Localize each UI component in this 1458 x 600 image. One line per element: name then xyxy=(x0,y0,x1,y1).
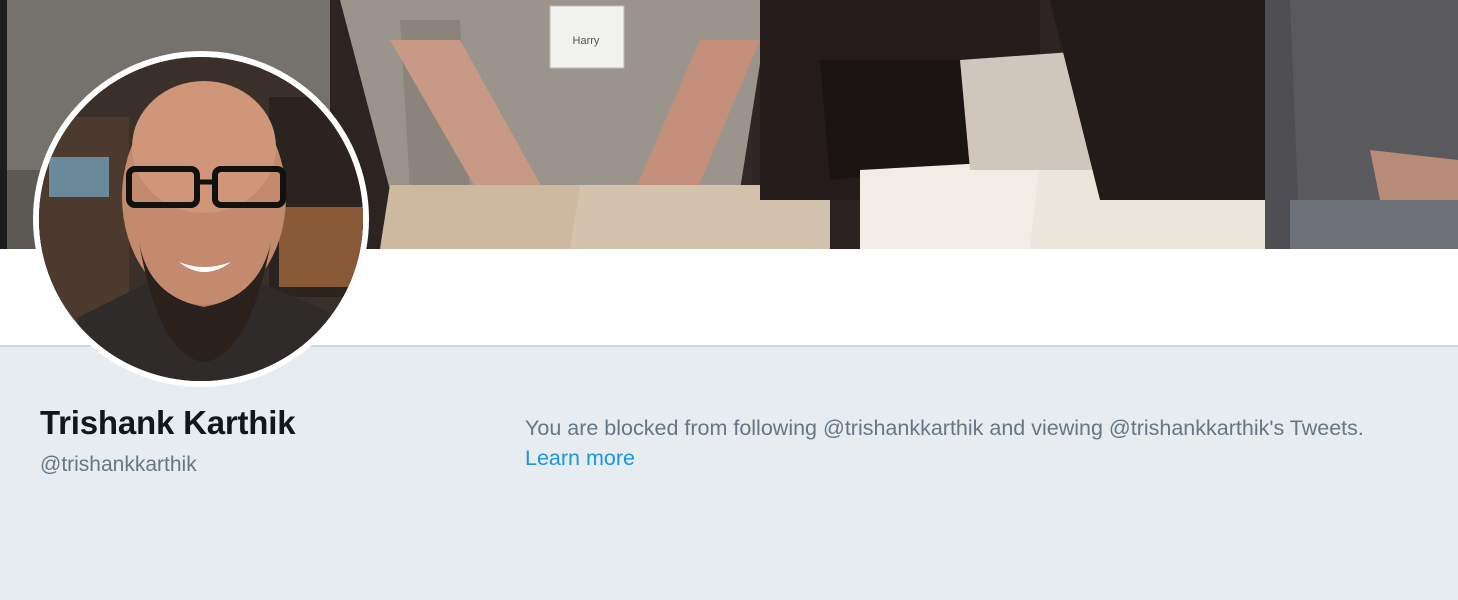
name-tag-text: Harry xyxy=(573,35,600,47)
learn-more-link[interactable]: Learn more xyxy=(525,443,635,473)
profile-page: Harry Trishank Karthik @trishankkarthik … xyxy=(0,0,1458,600)
profile-avatar[interactable] xyxy=(33,51,369,387)
avatar-photo xyxy=(39,57,363,381)
profile-name[interactable]: Trishank Karthik xyxy=(40,404,296,442)
blocked-message: You are blocked from following @trishank… xyxy=(525,416,1364,440)
blocked-notice: You are blocked from following @trishank… xyxy=(525,413,1445,473)
profile-handle[interactable]: @trishankkarthik xyxy=(40,453,197,477)
